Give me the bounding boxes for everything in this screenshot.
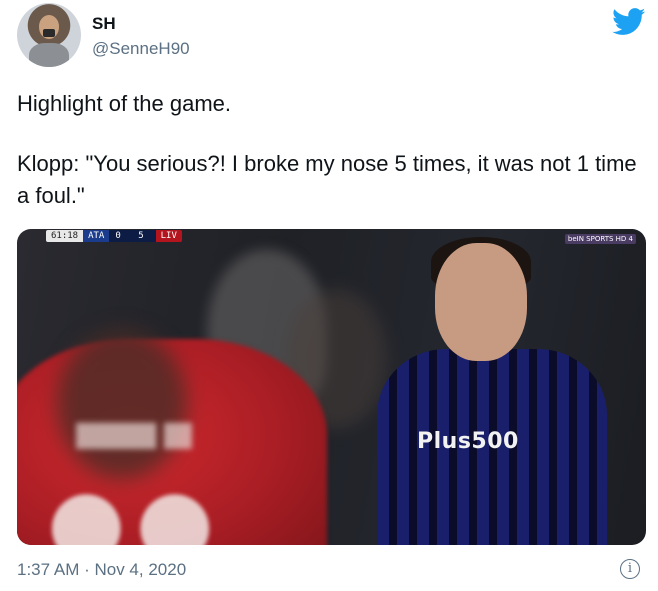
scorebug: 61:18 ATA 0 5 LIV	[46, 230, 182, 242]
shirt-name: ▅▅▅ ▅	[77, 410, 192, 448]
avatar[interactable]	[17, 3, 81, 67]
display-name[interactable]: SH	[92, 14, 116, 34]
channel-logo: beIN SPORTS HD 4	[564, 234, 636, 244]
shirt-sponsor: Plus500	[417, 429, 519, 454]
match-clock: 61:18	[46, 230, 84, 242]
tweet-line-1: Highlight of the game.	[17, 91, 232, 116]
player-head	[435, 243, 527, 361]
twitter-bird-icon[interactable]	[612, 8, 646, 36]
score: 0 5	[109, 230, 156, 242]
away-team: LIV	[155, 230, 182, 242]
tweet-line-2: Klopp: "You serious?! I broke my nose 5 …	[17, 151, 637, 208]
shirt-number: ●●	[47, 469, 225, 545]
home-team: ATA	[83, 230, 110, 242]
user-handle[interactable]: @SenneH90	[92, 39, 190, 59]
tweet-text: Highlight of the game. Klopp: "You serio…	[17, 88, 637, 212]
info-icon[interactable]: i	[620, 559, 640, 579]
tweet-video[interactable]: Plus500 ▅▅▅ ▅ ●● 61:18 ATA 0 5 LIV beIN …	[17, 229, 646, 545]
tweet-timestamp[interactable]: 1:37 AM · Nov 4, 2020	[17, 560, 186, 580]
